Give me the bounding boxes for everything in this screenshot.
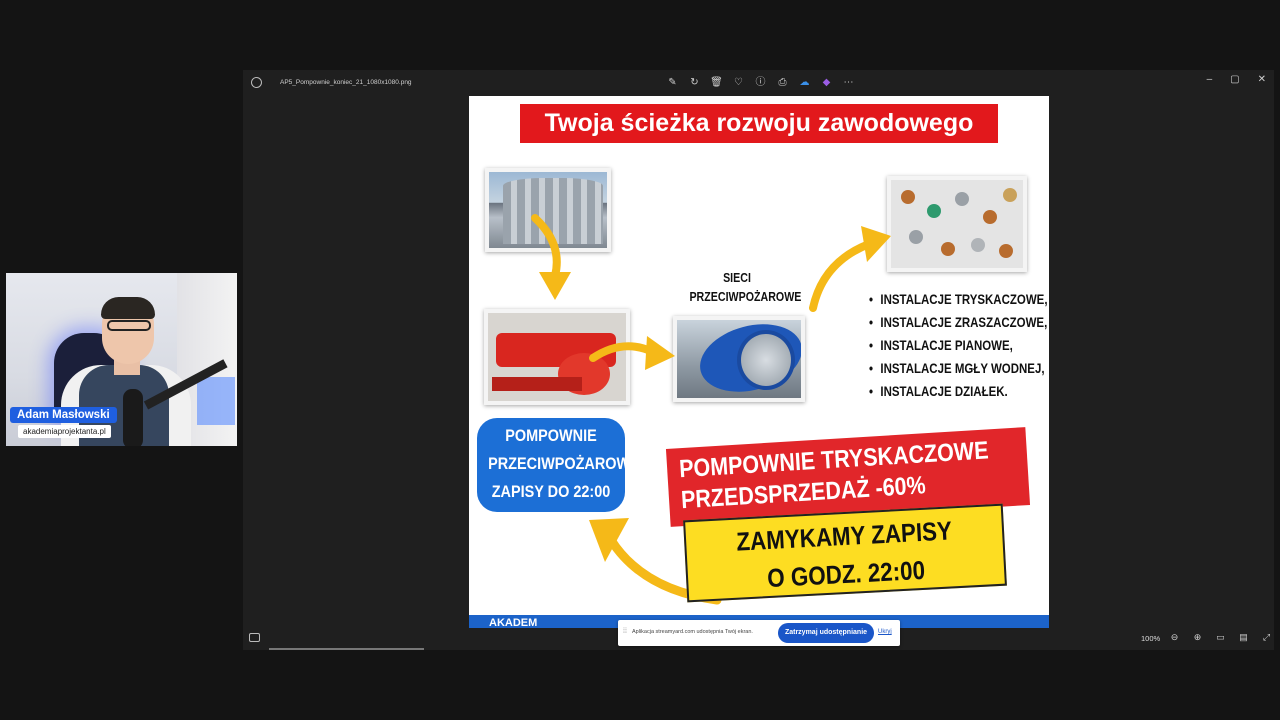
installations-list: INSTALACJE TRYSKACZOWE, INSTALACJE ZRASZ… (869, 288, 1049, 403)
screen: Adam Masłowski akademiaprojektanta.pl AP… (0, 0, 1280, 720)
installation-item: INSTALACJE TRYSKACZOWE, (869, 288, 1049, 311)
arrow-tank-to-pumps (531, 214, 571, 300)
share-notice-text: Aplikacja streamyard.com udostępnia Twój… (632, 629, 753, 635)
minimize-button[interactable]: – (1207, 74, 1213, 85)
sprinkler-head (971, 238, 985, 252)
window-controls: – ▢ ✕ (1207, 74, 1266, 85)
fire-networks-label-line: PRZECIWPOŻAROWE (689, 289, 802, 304)
filmstrip-icon[interactable] (249, 633, 260, 642)
arrow-pumps-to-pipes (589, 336, 675, 370)
sprinkler-head (909, 230, 923, 244)
photos-app-window: AP5_Pompownie_koniec_21_1080x1080.png ✎ … (243, 70, 1274, 650)
badge-line: POMPOWNIE (505, 426, 597, 445)
sprinklers-photo (887, 176, 1027, 272)
fullscreen-icon[interactable]: ⤢ (1260, 631, 1273, 644)
actual-size-icon[interactable]: ▤ (1237, 631, 1250, 644)
presenter-glasses (107, 320, 151, 331)
fire-networks-label: SIECI PRZECIWPOŻAROWE (689, 268, 802, 306)
zoom-out-icon[interactable]: ⊖ (1168, 631, 1181, 644)
presenter-website: akademiaprojektanta.pl (18, 425, 111, 438)
displayed-image: Twoja ścieżka rozwoju zawodowego SIECI P… (469, 96, 1049, 628)
installation-item: INSTALACJE PIANOWE, (869, 334, 1049, 357)
fire-networks-label-line: SIECI (723, 270, 751, 285)
photos-app-icon (251, 77, 262, 88)
pump-stations-badge: POMPOWNIE PRZECIWPOŻAROWE ZAPISY DO 22:0… (477, 418, 640, 512)
drag-handle-icon[interactable]: ⁞⁞ (623, 628, 627, 635)
zoom-tools: ⊖ ⊕ ▭ ▤ ⤢ (1168, 631, 1273, 644)
rotate-icon[interactable]: ↻ (688, 76, 701, 89)
delete-icon[interactable]: 🗑 (710, 76, 723, 89)
toolbar: ✎ ↻ 🗑 ♡ ⓘ ⎙ ☁ ◆ ⋯ (666, 76, 855, 89)
installation-item: INSTALACJE MGŁY WODNEJ, (869, 357, 1049, 380)
stop-sharing-button[interactable]: Zatrzymaj udostępnianie (778, 623, 874, 643)
sprinkler-head (941, 242, 955, 256)
maximize-button[interactable]: ▢ (1230, 74, 1239, 85)
image-headline: Twoja ścieżka rozwoju zawodowego (520, 104, 998, 143)
edit-icon[interactable]: ✎ (666, 76, 679, 89)
badge-line: ZAPISY DO 22:00 (491, 482, 611, 501)
pipe-opening (737, 330, 795, 390)
favorite-icon[interactable]: ♡ (732, 76, 745, 89)
screen-share-notice: ⁞⁞ Aplikacja streamyard.com udostępnia T… (618, 620, 900, 646)
fit-icon[interactable]: ▭ (1214, 631, 1227, 644)
zoom-level: 100% (1141, 634, 1161, 643)
clipchamp-icon[interactable]: ◆ (820, 76, 833, 89)
close-button[interactable]: ✕ (1258, 74, 1266, 85)
background-shelf (197, 377, 235, 425)
file-name: AP5_Pompownie_koniec_21_1080x1080.png (280, 79, 412, 86)
sprinkler-head (1003, 188, 1017, 202)
sprinkler-head (927, 204, 941, 218)
hide-link[interactable]: Ukryj (878, 629, 892, 635)
print-icon[interactable]: ⎙ (776, 76, 789, 89)
footer-logo-text: AKADEM (489, 617, 538, 628)
fire-pipe-photo (673, 316, 805, 402)
more-icon[interactable]: ⋯ (842, 76, 855, 89)
info-icon[interactable]: ⓘ (754, 76, 767, 89)
installation-item: INSTALACJE DZIAŁEK. (869, 380, 1049, 403)
sprinkler-head (901, 190, 915, 204)
filmstrip-scrollbar[interactable] (269, 648, 424, 650)
title-bar: AP5_Pompownie_koniec_21_1080x1080.png ✎ … (243, 70, 1274, 96)
microphone (123, 389, 143, 446)
onedrive-icon[interactable]: ☁ (798, 76, 811, 89)
closing-banner: ZAMYKAMY ZAPISY O GODZ. 22:00 (683, 503, 1007, 603)
badge-line: PRZECIWPOŻAROWE (488, 454, 640, 473)
pump-base (492, 377, 582, 391)
presenter-name-card: Adam Masłowski akademiaprojektanta.pl (10, 405, 117, 438)
presenter-hair (101, 297, 155, 319)
installation-item: INSTALACJE ZRASZACZOWE, (869, 311, 1049, 334)
sprinkler-head (999, 244, 1013, 258)
sprinkler-head (983, 210, 997, 224)
sprinkler-head (955, 192, 969, 206)
presenter-name: Adam Masłowski (10, 407, 117, 423)
zoom-in-icon[interactable]: ⊕ (1191, 631, 1204, 644)
